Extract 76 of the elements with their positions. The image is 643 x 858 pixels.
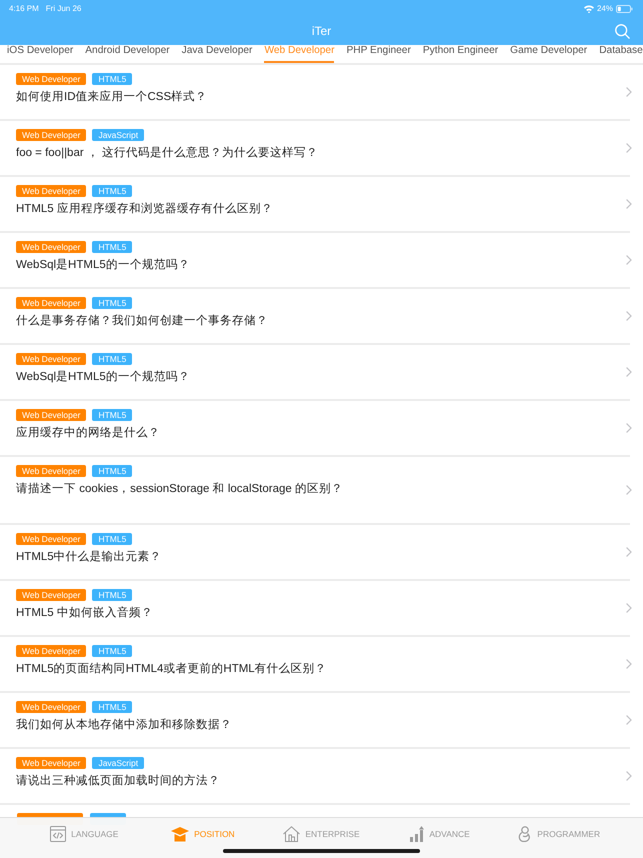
topic-tag: HTML5 xyxy=(92,701,132,713)
category-tag: Web Developer xyxy=(16,73,86,85)
bar-chart-icon xyxy=(410,826,424,842)
chevron-icon xyxy=(626,143,632,153)
category-tab[interactable]: Android Developer xyxy=(85,45,170,63)
topic-tag: JavaScript xyxy=(92,757,144,769)
question-title: WebSql是HTML5的一个规范吗？ xyxy=(16,370,191,384)
status-date: Fri Jun 26 xyxy=(46,4,82,14)
wifi-icon xyxy=(584,4,594,12)
topic-tag: HTML5 xyxy=(92,465,132,477)
category-tag: Web Developer xyxy=(16,241,86,253)
category-tag: Web Developer xyxy=(16,533,86,545)
topic-tag: HTML5 xyxy=(92,353,132,365)
chevron-icon xyxy=(626,87,632,97)
category-tab[interactable]: Database xyxy=(599,45,643,63)
category-tag: Web Developer xyxy=(16,129,86,141)
category-tag: Web Developer xyxy=(16,645,86,657)
tab-label: LANGUAGE xyxy=(71,828,118,838)
chevron-icon xyxy=(626,659,632,669)
chevron-icon xyxy=(626,255,632,265)
category-tab[interactable]: PHP Engineer xyxy=(346,45,411,63)
house-icon xyxy=(283,826,300,842)
tab-label: ADVANCE xyxy=(429,828,470,838)
question-title: HTML5中什么是输出元素？ xyxy=(16,550,163,564)
topic-tag: HTML5 xyxy=(92,297,132,309)
status-time: 4:16 PM xyxy=(9,4,39,14)
graduation-cap-icon xyxy=(171,826,190,842)
question-title: HTML5 中如何嵌入音频？ xyxy=(16,606,154,620)
chevron-icon xyxy=(626,367,632,377)
category-tag: Web Developer xyxy=(16,757,86,769)
chevron-icon xyxy=(626,423,632,433)
topic-tag: HTML5 xyxy=(92,589,132,601)
topic-tag: HTML5 xyxy=(92,533,132,545)
question-title: 请说出三种减低页面加载时间的方法？ xyxy=(16,774,221,788)
tab-label: PROGRAMMER xyxy=(537,828,600,838)
chevron-icon xyxy=(626,715,632,725)
topic-tag: JavaScript xyxy=(92,129,144,141)
chevron-icon xyxy=(626,311,632,321)
app-title: iTer xyxy=(312,24,332,38)
code-window-icon xyxy=(50,826,66,842)
battery-icon xyxy=(616,4,633,12)
category-tag: Web Developer xyxy=(16,409,86,421)
search-icon[interactable] xyxy=(615,24,630,38)
topic-tag: HTML5 xyxy=(92,409,132,421)
topic-tag: HTML5 xyxy=(92,185,132,197)
question-title: 请描述一下 cookies，sessionStorage 和 localStorage 的区别？ xyxy=(16,482,344,496)
category-tag: Web Developer xyxy=(16,589,86,601)
chevron-icon xyxy=(626,485,632,495)
topic-tag: HTML5 xyxy=(92,241,132,253)
question-title: foo = foo||bar ， 这行代码是什么意思？为什么要这样写？ xyxy=(16,146,320,160)
topic-tag: HTML5 xyxy=(92,73,132,85)
tab-label: ENTERPRISE xyxy=(305,828,360,838)
category-tab[interactable]: iOS Developer xyxy=(7,45,74,63)
question-title: HTML5的页面结构同HTML4或者更前的HTML有什么区别？ xyxy=(16,662,328,676)
chevron-icon xyxy=(626,199,632,209)
figure-icon xyxy=(517,826,532,842)
category-tag: Web Developer xyxy=(16,465,86,477)
category-tag: Web Developer xyxy=(16,297,86,309)
question-title: 应用缓存中的网络是什么？ xyxy=(16,426,161,440)
chevron-icon xyxy=(626,603,632,613)
category-tab[interactable]: Java Developer xyxy=(182,45,252,63)
question-title: 我们如何从本地存储中添加和移除数据？ xyxy=(16,718,233,732)
topic-tag: HTML5 xyxy=(92,645,132,657)
category-tag: Web Developer xyxy=(16,701,86,713)
category-tag: Web Developer xyxy=(16,185,86,197)
tab-label: POSITION xyxy=(194,828,235,838)
battery-percent: 24% xyxy=(596,4,613,14)
question-title: 如何使用ID值来应用一个CSS样式？ xyxy=(16,90,208,104)
chevron-icon xyxy=(626,771,632,781)
question-title: 什么是事务存储？我们如何创建一个事务存储？ xyxy=(16,314,269,328)
category-tag: Web Developer xyxy=(16,353,86,365)
question-title: WebSql是HTML5的一个规范吗？ xyxy=(16,258,191,272)
category-tab[interactable]: Python Engineer xyxy=(422,45,498,63)
category-tab[interactable]: Game Developer xyxy=(510,45,588,63)
chevron-icon xyxy=(626,547,632,557)
question-title: HTML5 应用程序缓存和浏览器缓存有什么区别？ xyxy=(16,202,274,216)
